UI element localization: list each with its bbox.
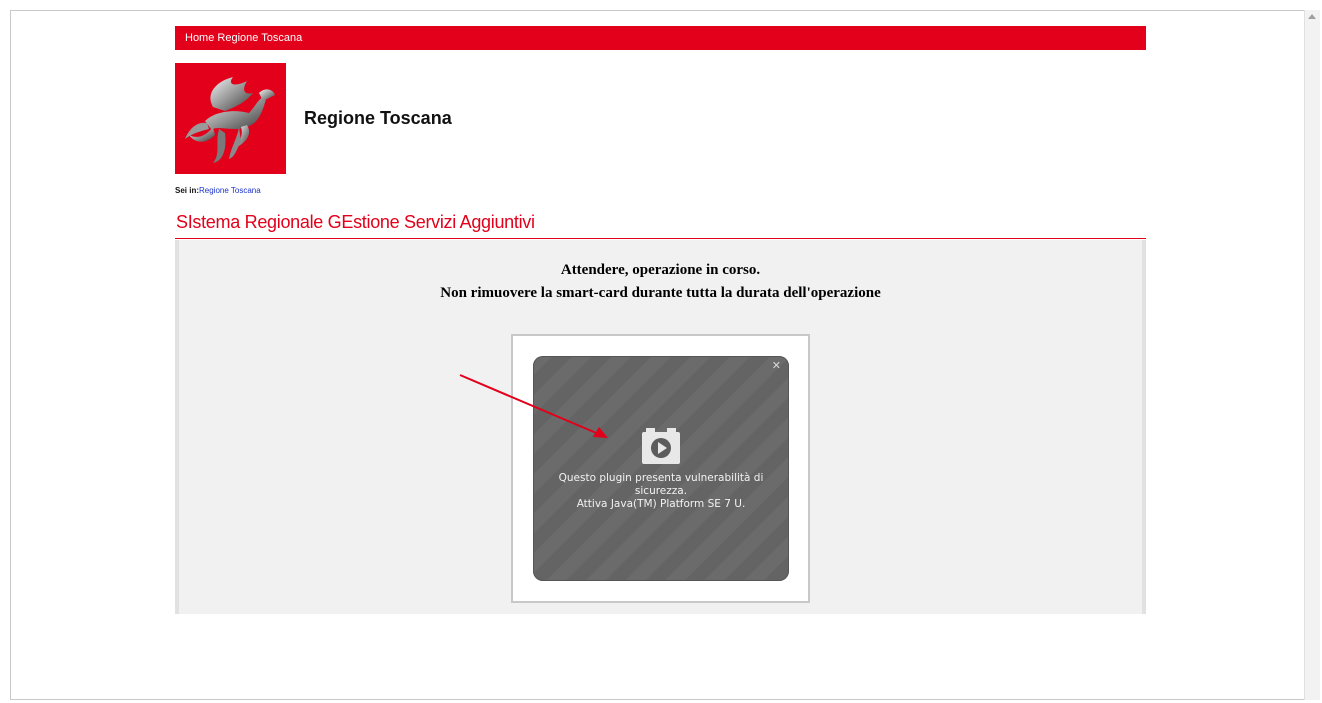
breadcrumb: Sei in:Regione Toscana	[175, 186, 261, 195]
smartcard-warning: Non rimuovere la smart-card durante tutt…	[440, 285, 881, 301]
red-arrow	[459, 374, 608, 438]
pegasus-logo-icon	[185, 77, 275, 163]
plugin-play-icon[interactable]	[638, 426, 684, 466]
breadcrumb-label: Sei in:	[175, 186, 200, 195]
plugin-vulnerability-text: Questo plugin presenta vulnerabilità di …	[558, 472, 764, 497]
breadcrumb-link-regione-toscana[interactable]: Regione Toscana	[199, 186, 261, 195]
close-icon[interactable]: ✕	[772, 361, 781, 372]
pegasus-logo[interactable]	[175, 63, 286, 174]
top-navigation-bar: Home Regione Toscana	[175, 26, 1146, 50]
site-title: Regione Toscana	[304, 108, 452, 128]
plugin-message: Questo plugin presenta vulnerabilità di …	[543, 472, 779, 511]
home-link[interactable]: Home Regione Toscana	[185, 32, 302, 44]
scroll-up-arrow-icon[interactable]	[1308, 14, 1316, 19]
section-divider	[175, 238, 1146, 239]
section-title: SIstema Regionale GEstione Servizi Aggiu…	[176, 212, 535, 232]
vertical-scrollbar[interactable]	[1304, 10, 1320, 700]
plugin-activate-text[interactable]: Attiva Java(TM) Platform SE 7 U.	[543, 498, 779, 511]
wait-message: Attendere, operazione in corso.	[560, 262, 761, 278]
